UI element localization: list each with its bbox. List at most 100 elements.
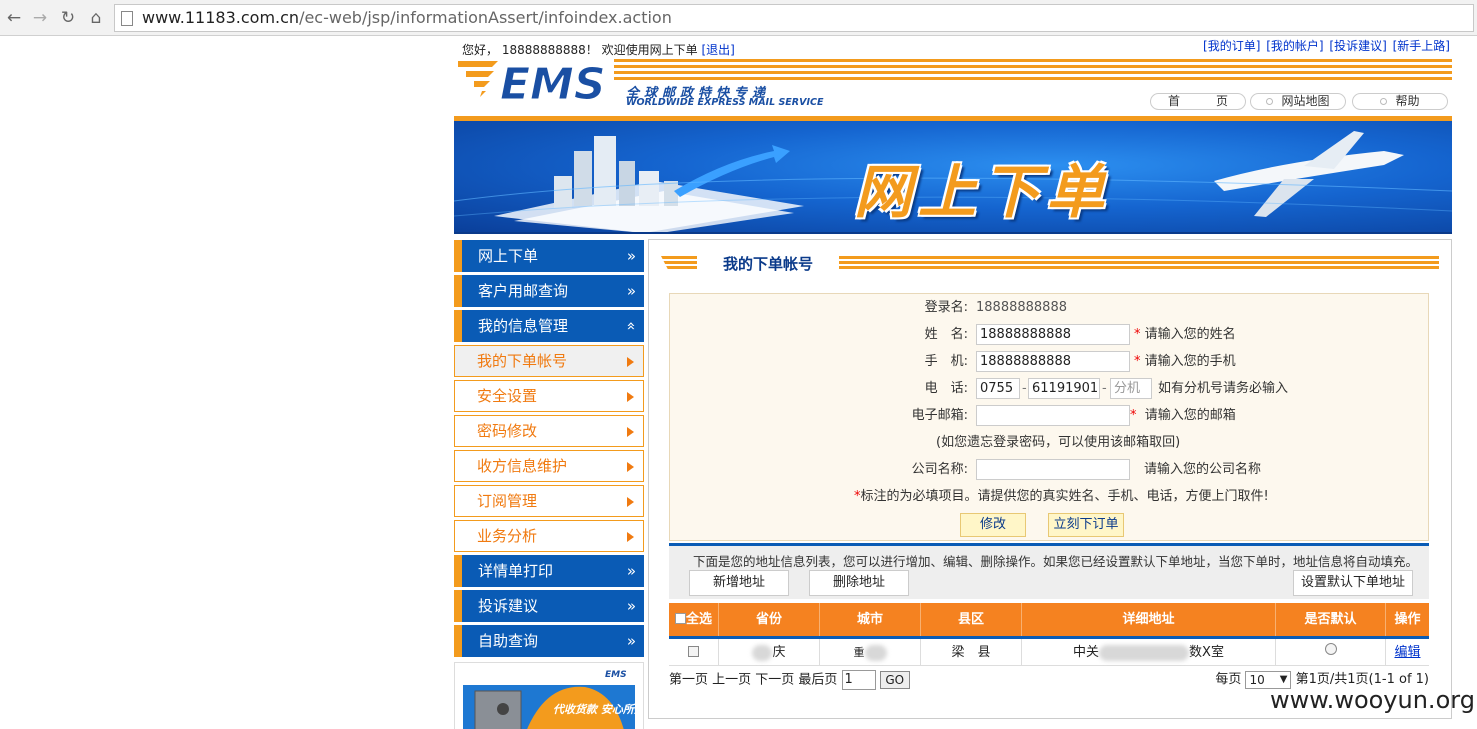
row-checkbox[interactable] xyxy=(688,646,699,657)
sidebar-item-self-query[interactable]: 自助查询 » xyxy=(454,625,644,657)
home-icon[interactable]: ⌂ xyxy=(86,8,106,28)
sitemap-nav[interactable]: 网站地图 xyxy=(1250,93,1346,110)
email-input[interactable] xyxy=(976,405,1130,426)
forward-icon[interactable]: → xyxy=(30,8,50,28)
reload-icon[interactable]: ↻ xyxy=(58,8,78,28)
pager-nav-links[interactable]: 第一页 上一页 下一页 最后页 xyxy=(669,673,837,688)
double-chevron-right-icon: » xyxy=(626,247,636,265)
default-cell xyxy=(1276,639,1386,666)
detail-end: 数X室 xyxy=(1189,645,1224,660)
sidebar-item-my-account[interactable]: 我的下单帐号 xyxy=(454,345,644,377)
url-text[interactable]: www.11183.com.cn/ec-web/jsp/informationA… xyxy=(142,8,672,28)
back-icon[interactable]: ← xyxy=(4,8,24,28)
ad-art: EMS 代收货款 安心所托 xyxy=(463,663,644,729)
home-nav[interactable]: 首 页 xyxy=(1150,93,1246,110)
address-toolbar: 下面是您的地址信息列表，您可以进行增加、编辑、删除操作。如果您已经设置默认下单地… xyxy=(669,543,1429,599)
triangle-right-icon xyxy=(627,462,634,472)
sidebar-item-label: 详情单打印 xyxy=(478,562,554,580)
double-chevron-up-icon: « xyxy=(622,321,641,331)
row-select-cell xyxy=(669,639,719,666)
company-label: 公司名称: xyxy=(911,462,968,477)
main-panel: 我的下单帐号 登录名: 18888888888 姓 名: 18888888888… xyxy=(648,239,1452,719)
sidebar-item-label: 收方信息维护 xyxy=(477,457,568,475)
sidebar-item-print[interactable]: 详情单打印 » xyxy=(454,555,644,587)
column-header: 是否默认 xyxy=(1276,603,1386,636)
logo-en-text: WORLDWIDE EXPRESS MAIL SERVICE xyxy=(626,97,824,108)
default-radio[interactable] xyxy=(1324,643,1337,655)
edit-link[interactable]: 编辑 xyxy=(1386,639,1429,666)
address-bar[interactable]: www.11183.com.cn/ec-web/jsp/informationA… xyxy=(114,4,1474,32)
name-input[interactable]: 18888888888 xyxy=(976,324,1130,345)
my-orders-link[interactable]: [我的订单] xyxy=(1203,39,1260,53)
complaint-link[interactable]: [投诉建议] xyxy=(1329,39,1386,53)
page-icon xyxy=(121,11,133,26)
header-stripes xyxy=(614,59,1452,81)
select-all-header[interactable]: 全选 xyxy=(669,603,719,636)
banner-title: 网上下单 xyxy=(854,158,1111,226)
sidebar-item-security[interactable]: 安全设置 xyxy=(454,380,644,412)
sidebar-item-password[interactable]: 密码修改 xyxy=(454,415,644,447)
sidebar-item-label: 业务分析 xyxy=(477,527,538,545)
mobile-input[interactable]: 18888888888 xyxy=(976,351,1130,372)
set-default-address-button[interactable]: 设置默认下单地址 xyxy=(1293,570,1413,596)
detail-start: 中关 xyxy=(1073,645,1100,660)
sidebar-item-recipient[interactable]: 收方信息维护 xyxy=(454,450,644,482)
phone-number-input[interactable]: 61191901 xyxy=(1028,378,1100,399)
double-chevron-right-icon: » xyxy=(626,597,636,615)
pager-left: 第一页 上一页 下一页 最后页 1 GO xyxy=(669,670,910,691)
sidebar-item-label: 我的信息管理 xyxy=(478,317,569,335)
required-star: * xyxy=(1130,408,1137,423)
address-note: 下面是您的地址信息列表，您可以进行增加、编辑、删除操作。如果您已经设置默认下单地… xyxy=(693,554,1419,569)
table-header: 全选 省份 城市 县区 详细地址 是否默认 操作 xyxy=(669,603,1429,636)
top-links: [我的订单] [我的帐户] [投诉建议] [新手上路] xyxy=(1201,37,1450,54)
page-summary: 第1页/共1页(1-1 of 1) xyxy=(1295,672,1429,687)
sidebar-item-info-management[interactable]: 我的信息管理 « xyxy=(454,310,644,342)
browser-toolbar: ← → ↻ ⌂ www.11183.com.cn/ec-web/jsp/info… xyxy=(0,0,1477,36)
dot-icon xyxy=(1380,98,1388,105)
district-value: 梁 县 xyxy=(951,645,991,660)
sidebar-item-label: 自助查询 xyxy=(478,632,539,650)
go-button[interactable]: GO xyxy=(879,671,910,689)
sidebar-item-complaint[interactable]: 投诉建议 » xyxy=(454,590,644,622)
phone-label: 电 话: xyxy=(924,381,968,396)
sidebar-item-online-order[interactable]: 网上下单 » xyxy=(454,240,644,272)
logout-link[interactable]: [退出] xyxy=(701,43,734,57)
company-hint: 请输入您的公司名称 xyxy=(1144,462,1262,477)
sidebar-item-label: 客户用邮查询 xyxy=(478,282,569,300)
site: 您好， 18888888888！ 欢迎使用网上下单 [退出] [我的订单] [我… xyxy=(454,36,1452,729)
my-account-link[interactable]: [我的帐户] xyxy=(1266,39,1323,53)
order-now-button[interactable]: 立刻下订单 xyxy=(1048,513,1124,537)
home-nav-label: 首 页 xyxy=(1167,94,1228,108)
triangle-right-icon xyxy=(627,392,634,402)
checkbox-icon[interactable] xyxy=(674,613,686,624)
phone-ext-input[interactable]: 分机 xyxy=(1110,378,1152,399)
page-number-input[interactable]: 1 xyxy=(841,670,876,690)
province-value: 庆 xyxy=(772,645,786,660)
triangle-right-icon xyxy=(627,497,634,507)
add-address-button[interactable]: 新增地址 xyxy=(689,570,789,596)
section-stripe-left xyxy=(661,256,697,270)
sidebar-item-subscription[interactable]: 订阅管理 xyxy=(454,485,644,517)
page-title: 我的下单帐号 xyxy=(723,255,814,273)
column-header: 全选 xyxy=(685,612,712,627)
ad-banner[interactable]: EMS 代收货款 安心所托 xyxy=(454,662,644,729)
sidebar-item-label: 我的下单帐号 xyxy=(477,352,568,370)
sidebar-item-mail-query[interactable]: 客户用邮查询 » xyxy=(454,275,644,307)
ems-logo: EMS xyxy=(458,59,606,109)
login-row: 登录名: 18888888888 xyxy=(670,297,1430,319)
sidebar-item-analysis[interactable]: 业务分析 xyxy=(454,520,644,552)
sidebar-item-label: 安全设置 xyxy=(477,387,538,405)
modify-button[interactable]: 修改 xyxy=(960,513,1026,537)
sidebar-item-label: 订阅管理 xyxy=(477,492,538,510)
name-label: 姓 名: xyxy=(924,327,968,342)
ad-text: 代收货款 安心所托 xyxy=(553,703,644,716)
mobile-hint: 请输入您的手机 xyxy=(1144,354,1236,369)
company-input[interactable] xyxy=(976,459,1130,480)
account-form: 登录名: 18888888888 姓 名: 18888888888 * 请输入您… xyxy=(669,293,1429,541)
beginner-link[interactable]: [新手上路] xyxy=(1393,39,1450,53)
phone-area-input[interactable]: 0755 xyxy=(976,378,1020,399)
required-star: * xyxy=(1134,327,1141,342)
sidebar: 网上下单 » 客户用邮查询 » 我的信息管理 « 我的下单帐号 安全设置 密码修改 收… xyxy=(454,240,644,729)
help-nav[interactable]: 帮助 xyxy=(1352,93,1448,110)
delete-address-button[interactable]: 删除地址 xyxy=(809,570,909,596)
